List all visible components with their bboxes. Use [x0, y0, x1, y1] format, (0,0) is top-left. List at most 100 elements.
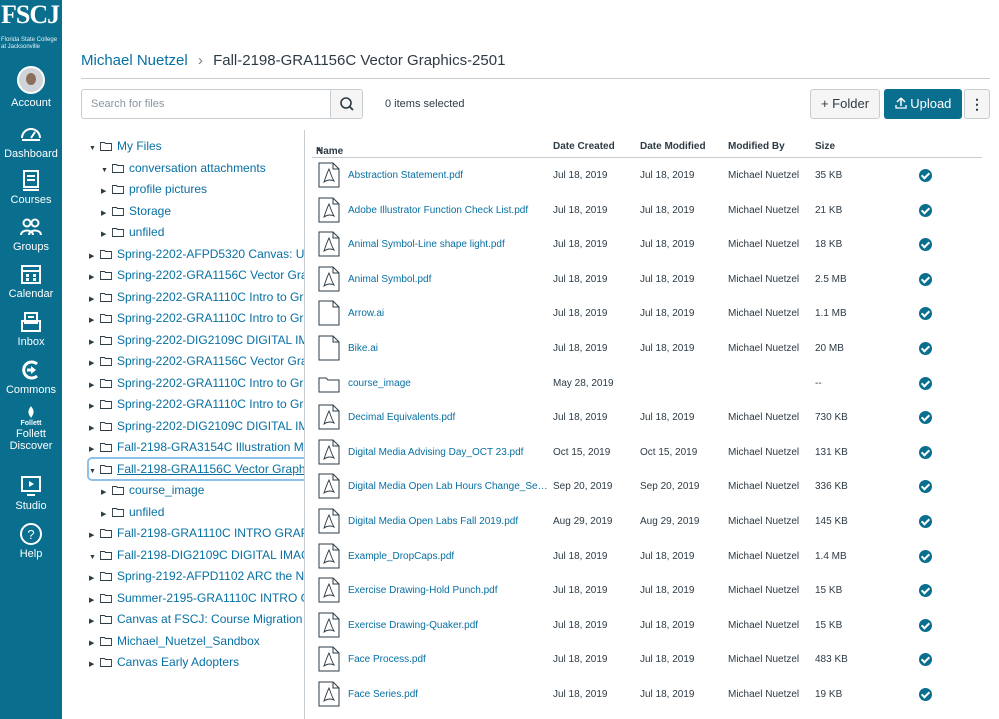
tree-folder[interactable]: ▶ Spring-2202-GRA1110C Intro to Gr [89, 287, 303, 307]
published-check-icon[interactable] [919, 480, 932, 494]
file-name-link[interactable]: Face Process.pdf [348, 654, 548, 665]
search-button[interactable] [330, 90, 362, 118]
tree-folder[interactable]: ▶ Fall-2198-GRA1110C INTRO GRAP [89, 523, 304, 543]
tree-folder[interactable]: ▼ Fall-2198-DIG2109C DIGITAL IMAG [89, 545, 304, 565]
file-name-link[interactable]: Digital Media Open Labs Fall 2019.pdf [348, 516, 548, 527]
published-check-icon[interactable] [919, 307, 932, 321]
file-name-link[interactable]: Abstraction Statement.pdf [348, 170, 548, 181]
table-row[interactable]: Animal Symbol-Line shape light.pdf Jul 18… [312, 227, 982, 262]
collapsed-caret-icon[interactable]: ▶ [89, 290, 100, 310]
tree-folder[interactable]: ▶ Spring-2202-GRA1110C Intro to Gr [89, 308, 303, 328]
published-check-icon[interactable] [919, 411, 932, 425]
collapsed-caret-icon[interactable]: ▶ [89, 526, 100, 546]
nav-dashboard[interactable]: Dashboard [0, 122, 62, 160]
collapsed-caret-icon[interactable]: ▶ [89, 419, 100, 439]
tree-folder[interactable]: ▶ unfiled [101, 222, 164, 242]
nav-inbox[interactable]: Inbox [0, 310, 62, 348]
breadcrumb-user-link[interactable]: Michael Nuetzel [81, 52, 188, 69]
nav-help[interactable]: ? Help [0, 522, 62, 560]
file-name-link[interactable]: Animal Symbol.pdf [348, 274, 548, 285]
collapsed-caret-icon[interactable]: ▶ [101, 182, 112, 202]
file-name-link[interactable]: Adobe Illustrator Function Check List.pd… [348, 205, 548, 216]
table-row[interactable]: Digital Media Open Labs Fall 2019.pdf Aug… [312, 504, 982, 539]
table-row[interactable]: Bike.ai Jul 18, 2019 Jul 18, 2019 Michael N… [312, 331, 982, 366]
collapsed-caret-icon[interactable]: ▶ [89, 354, 100, 374]
table-row[interactable]: Animal Symbol.pdf Jul 18, 2019 Jul 18, 201… [312, 262, 982, 297]
file-name-link[interactable]: Arrow.ai [348, 308, 548, 319]
table-row[interactable]: Abstraction Statement.pdf Jul 18, 2019 Jul… [312, 158, 982, 193]
college-logo[interactable]: FSCJ Florida State College at Jacksonvil… [0, 0, 62, 58]
tree-folder[interactable]: ▼ Fall-2198-GRA1156C Vector Graph [87, 456, 304, 481]
tree-folder[interactable]: ▶ Spring-2202-DIG2109C DIGITAL IM [89, 416, 304, 436]
tree-folder[interactable]: ▶ course_image [101, 480, 204, 500]
tree-folder[interactable]: ▶ Fall-2198-GRA3154C Illustration M [89, 437, 304, 457]
nav-account[interactable]: Account [0, 66, 62, 109]
table-row[interactable]: Adobe Illustrator Function Check List.pd… [312, 193, 982, 228]
published-check-icon[interactable] [919, 445, 932, 459]
tree-folder[interactable]: ▶ Storage [101, 201, 171, 221]
published-check-icon[interactable] [919, 653, 932, 667]
table-row[interactable]: course_image May 28, 2019 -- [312, 366, 982, 401]
tree-folder[interactable]: ▶ Spring-2202-GRA1110C Intro to Gr [89, 373, 303, 393]
table-row[interactable]: Exercise Drawing-Hold Punch.pdf Jul 18, 2… [312, 573, 982, 608]
collapsed-caret-icon[interactable]: ▶ [101, 505, 112, 525]
file-name-link[interactable]: Exercise Drawing-Hold Punch.pdf [348, 585, 548, 596]
tree-folder[interactable]: ▶ Spring-2202-AFPD5320 Canvas: Us [89, 244, 304, 264]
nav-courses[interactable]: Courses [0, 168, 62, 206]
expanded-caret-icon[interactable]: ▼ [89, 548, 100, 568]
table-row[interactable]: Face Series.pdf Jul 18, 2019 Jul 18, 2019 M… [312, 677, 982, 712]
column-modified-by-header[interactable]: Modified By [728, 141, 785, 152]
published-check-icon[interactable] [919, 584, 932, 598]
file-name-link[interactable]: Face Series.pdf [348, 689, 548, 700]
collapsed-caret-icon[interactable]: ▶ [101, 225, 112, 245]
table-row[interactable]: Arrow.ai Jul 18, 2019 Jul 18, 2019 Michael … [312, 296, 982, 331]
collapsed-caret-icon[interactable]: ▶ [89, 247, 100, 267]
collapsed-caret-icon[interactable]: ▶ [89, 376, 100, 396]
published-check-icon[interactable] [919, 376, 932, 390]
collapsed-caret-icon[interactable]: ▶ [89, 591, 100, 611]
file-name-link[interactable]: Bike.ai [348, 343, 548, 354]
nav-commons[interactable]: Commons [0, 358, 62, 396]
table-row[interactable]: Exercise Drawing-Quaker.pdf Jul 18, 2019 J… [312, 608, 982, 643]
tree-folder[interactable]: ▶ Spring-2202-GRA1156C Vector Gra [89, 351, 304, 371]
collapsed-caret-icon[interactable]: ▶ [89, 268, 100, 288]
collapsed-caret-icon[interactable]: ▶ [89, 311, 100, 331]
file-name-link[interactable]: Exercise Drawing-Quaker.pdf [348, 620, 548, 631]
collapsed-caret-icon[interactable]: ▶ [89, 612, 100, 632]
collapsed-caret-icon[interactable]: ▶ [89, 569, 100, 589]
tree-folder[interactable]: ▶ Spring-2202-GRA1110C Intro to Gr [89, 394, 303, 414]
nav-studio[interactable]: Studio [0, 474, 62, 512]
expanded-caret-icon[interactable]: ▼ [101, 161, 112, 181]
published-check-icon[interactable] [919, 688, 932, 701]
published-check-icon[interactable] [919, 618, 932, 632]
published-check-icon[interactable] [919, 203, 932, 217]
more-options-button[interactable]: ⋮ [964, 89, 990, 119]
tree-folder[interactable]: ▶ Canvas Early Adopters [89, 652, 239, 672]
collapsed-caret-icon[interactable]: ▶ [89, 333, 100, 353]
published-check-icon[interactable] [919, 549, 932, 563]
upload-button[interactable]: Upload [884, 89, 962, 119]
tree-folder[interactable]: ▼ My Files [89, 136, 162, 156]
column-modified-header[interactable]: Date Modified [640, 141, 706, 152]
tree-folder[interactable]: ▶ unfiled [101, 502, 164, 522]
nav-groups[interactable]: Groups [0, 215, 62, 253]
collapsed-caret-icon[interactable]: ▶ [89, 655, 100, 675]
collapsed-caret-icon[interactable]: ▶ [89, 440, 100, 460]
collapsed-caret-icon[interactable]: ▶ [89, 397, 100, 417]
published-check-icon[interactable] [919, 238, 932, 252]
tree-folder[interactable]: ▶ profile pictures [101, 179, 207, 199]
collapsed-caret-icon[interactable]: ▶ [101, 204, 112, 224]
file-name-link[interactable]: Digital Media Advising Day_OCT 23.pdf [348, 447, 548, 458]
collapsed-caret-icon[interactable]: ▶ [101, 483, 112, 503]
published-check-icon[interactable] [919, 272, 932, 286]
table-row[interactable]: Decimal Equivalents.pdf Jul 18, 2019 Jul 1… [312, 400, 982, 435]
table-row[interactable]: Face Process.pdf Jul 18, 2019 Jul 18, 2019… [312, 642, 982, 677]
file-name-link[interactable]: Digital Media Open Lab Hours Change_Sept… [348, 481, 548, 492]
add-folder-button[interactable]: + Folder [810, 89, 880, 119]
published-check-icon[interactable] [919, 342, 932, 355]
file-name-link[interactable]: Example_DropCaps.pdf [348, 551, 548, 562]
file-name-link[interactable]: Animal Symbol-Line shape light.pdf [348, 239, 548, 250]
tree-folder[interactable]: ▶ Michael_Nuetzel_Sandbox [89, 631, 260, 651]
nav-follett-discover[interactable]: Follett Follett Discover [0, 405, 62, 452]
column-created-header[interactable]: Date Created [553, 141, 615, 152]
